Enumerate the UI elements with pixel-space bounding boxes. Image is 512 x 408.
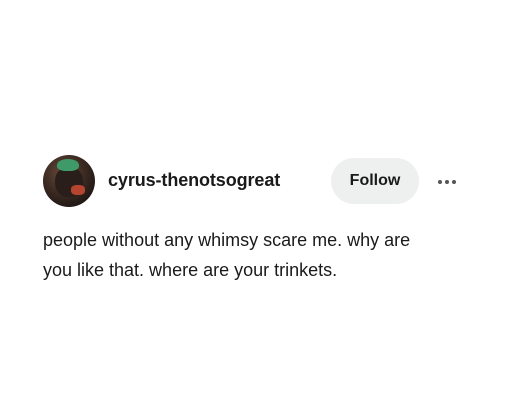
post-text-line: you like that. where are your trinkets. <box>43 260 338 280</box>
more-dot <box>452 180 456 184</box>
username-link[interactable]: cyrus-thenotsogreat <box>108 170 280 191</box>
more-dot <box>445 180 449 184</box>
post-body: people without any whimsy scare me. why … <box>43 225 483 285</box>
avatar-hair <box>57 159 79 171</box>
more-options-icon[interactable] <box>430 172 464 192</box>
avatar[interactable] <box>43 155 95 207</box>
follow-button[interactable]: Follow <box>331 158 419 204</box>
more-dot <box>438 180 442 184</box>
post-card: cyrus-thenotsogreat Follow people withou… <box>0 0 512 408</box>
post-text-line: people without any whimsy scare me. why … <box>43 230 411 250</box>
avatar-accent <box>71 185 85 195</box>
